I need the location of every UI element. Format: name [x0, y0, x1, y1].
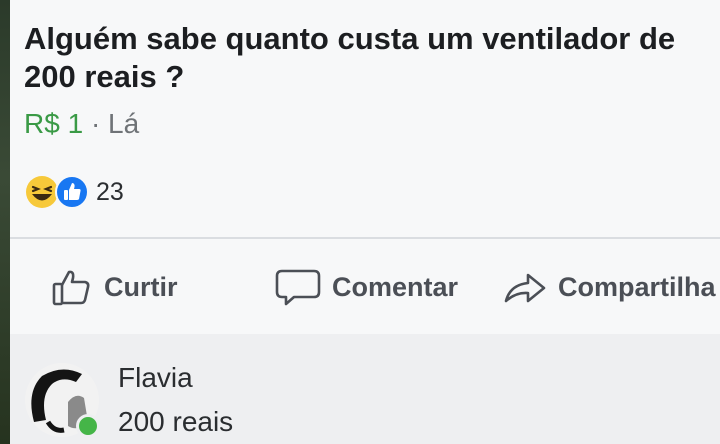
price-tag: R$ 1 [24, 108, 84, 139]
comment-text: 200 reais [118, 406, 234, 437]
online-status-dot [76, 414, 100, 438]
post-question: Alguém sabe quanto custa um ventilador d… [24, 21, 676, 94]
like-label: Curtir [104, 271, 178, 302]
reactions-summary[interactable]: 23 [24, 172, 124, 212]
share-button[interactable]: Compartilha [502, 262, 716, 312]
like-button[interactable]: Curtir [50, 262, 178, 312]
share-label: Compartilha [558, 271, 716, 302]
post-card: Alguém sabe quanto custa um ventilador d… [10, 0, 720, 334]
like-reaction-icon [55, 175, 89, 209]
comment-button[interactable]: Comentar [274, 262, 458, 312]
comment-author[interactable]: Flavia [118, 362, 193, 394]
post-location[interactable]: Lá [108, 108, 139, 139]
divider [10, 237, 720, 239]
thumbs-up-icon [52, 270, 90, 306]
background-edge [0, 0, 10, 444]
share-arrow-icon [504, 273, 546, 303]
meta-separator: · [90, 108, 101, 139]
comment-label: Comentar [332, 271, 459, 302]
comment-section: Flavia 200 reais [10, 334, 720, 444]
reaction-count: 23 [96, 177, 124, 206]
post-meta: R$ 1 · Lá [24, 108, 139, 140]
comment-bubble-icon [275, 269, 321, 306]
